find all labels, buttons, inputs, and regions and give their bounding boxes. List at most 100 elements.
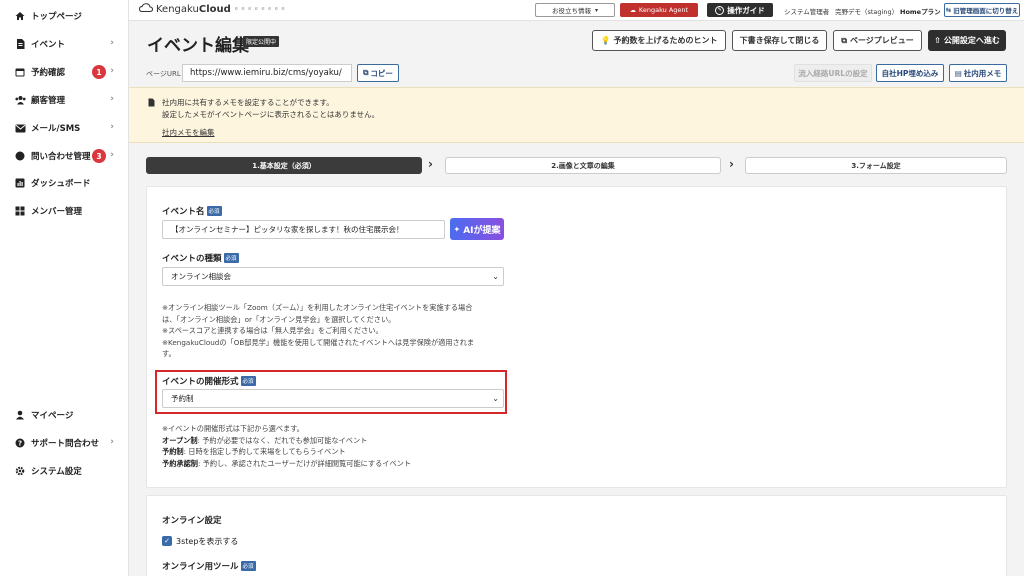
edit-memo-link[interactable]: 社内メモを編集: [162, 127, 215, 138]
kengaku-agent-button[interactable]: ☁ Kengaku Agent: [620, 3, 698, 17]
publish-button[interactable]: ⇧ 公開設定へ進む: [928, 30, 1006, 51]
memo-label: 社内用メモ: [963, 68, 1002, 78]
svg-text:?: ?: [18, 440, 22, 448]
sidebar-item-top[interactable]: トップページ: [0, 6, 128, 26]
calendar-icon: [14, 66, 26, 78]
note-line: ※KengakuCloudの「OB邸見学」機能を使用して開催されたイベントへは見…: [162, 337, 475, 347]
memo-icon: ▤: [954, 68, 962, 78]
chat-icon: [14, 150, 26, 162]
event-format-value: 予約制: [171, 394, 194, 403]
copy-label: コピー: [370, 68, 393, 78]
required-badge: 必須: [223, 253, 239, 263]
required-badge: 必須: [240, 376, 256, 386]
sidebar-item-mypage[interactable]: マイページ: [0, 405, 128, 425]
sidebar-item-label: システム設定: [31, 467, 82, 477]
chevron-right-icon: ›: [110, 122, 114, 132]
notification-badge: 3: [92, 149, 106, 163]
hint-button[interactable]: 💡 予約数を上げるためのヒント: [592, 30, 726, 51]
sidebar-item-support[interactable]: ? サポート問合わせ ›: [0, 433, 128, 453]
memo-text: 設定したメモがイベントページに表示されることはありません。: [162, 110, 380, 119]
show-3step-checkbox[interactable]: ✓: [162, 536, 172, 546]
note-line: は、「オンライン相談会」or「オンライン見学会」を選択してください。: [162, 314, 396, 324]
note-line: ※オンライン相談ツール「Zoom（ズーム）」を利用したオンライン住宅イベントを実…: [162, 303, 473, 312]
useful-info-label: お役立ち情報: [551, 7, 591, 15]
chevron-right-icon: ›: [729, 157, 734, 171]
switch-icon: ⇆: [945, 6, 952, 14]
sidebar-item-mail[interactable]: メール/SMS ›: [0, 118, 128, 138]
useful-info-select[interactable]: お役立ち情報 ▾: [535, 3, 615, 17]
copy-icon: ⧉: [363, 68, 369, 77]
format-label-text: イベントの開催形式: [162, 377, 239, 387]
note-line: ※イベントの開催形式は下記から選べます。: [162, 424, 304, 433]
preview-button[interactable]: ⧉ ページプレビュー: [833, 30, 922, 51]
home-icon: [14, 10, 26, 22]
event-format-select[interactable]: 予約制 ⌄: [162, 389, 504, 408]
preview-icon: ⧉: [841, 35, 847, 45]
page-title: イベント編集: [147, 36, 249, 56]
sidebar-item-customers[interactable]: 顧客管理 ›: [0, 90, 128, 110]
ai-suggest-button[interactable]: ✦ AIが提案: [450, 218, 504, 240]
format-option-desc: : 日時を指定し予約して来場をしてもらうイベント: [183, 447, 346, 456]
show-3step-label: 3stepを表示する: [176, 537, 239, 546]
event-type-value: オンライン相談会: [171, 272, 231, 281]
online-settings-card: [146, 495, 1007, 576]
document-icon: [14, 38, 26, 50]
event-type-label: イベントの種類 必須: [162, 252, 239, 264]
cloud-icon: [138, 3, 154, 15]
agent-label: Kengaku Agent: [638, 6, 689, 14]
chevron-right-icon: ›: [110, 66, 114, 76]
plan-label: Homeプラン: [900, 8, 941, 16]
event-name-label-text: イベント名: [162, 207, 205, 217]
publish-label: 公開設定へ進む: [943, 36, 1000, 45]
format-option-reservation: 予約制: 日時を指定し予約して来場をしてもらうイベント: [162, 446, 411, 458]
internal-memo-button[interactable]: ▤ 社内用メモ: [949, 64, 1007, 82]
note-line: ※スペースコアと連携する場合は「無人見学会」をご利用ください。: [162, 326, 383, 335]
format-option-name: オープン制: [162, 435, 198, 445]
sidebar-item-label: トップページ: [31, 12, 82, 22]
event-name-input[interactable]: 【オンラインセミナー】ピッタリな家を探します！秋の住宅展示会！: [162, 220, 445, 239]
embed-label: 自社HP埋め込み: [881, 68, 939, 78]
format-option-desc: : 予約し、承認されたユーザーだけが詳細閲覧可能にするイベント: [197, 458, 412, 468]
memo-text: 社内用に共有するメモを設定することができます。: [162, 98, 334, 107]
lightbulb-icon: 💡: [600, 36, 611, 45]
sidebar-item-label: メンバー管理: [31, 207, 83, 217]
note-line: す。: [162, 349, 176, 358]
person-icon: [14, 409, 26, 421]
copy-button[interactable]: ⧉ コピー: [357, 64, 399, 82]
switch-admin-button[interactable]: ⇆ 旧管理画面に切り替え: [944, 3, 1020, 17]
guide-button[interactable]: ✎ 操作ガイド: [707, 3, 773, 17]
gear-icon: [14, 465, 26, 477]
step-basic[interactable]: 1.基本設定（必須）: [146, 157, 422, 174]
embed-button[interactable]: 自社HP埋め込み: [876, 64, 944, 82]
format-option-approval: 予約承認制: 予約し、承認されたユーザーだけが詳細閲覧可能にするイベント: [162, 458, 411, 470]
inflow-url-button[interactable]: 流入経路URLの設定: [794, 64, 872, 82]
user-role: システム管理者: [784, 8, 830, 16]
save-draft-button[interactable]: 下書き保存して閉じる: [732, 30, 827, 51]
format-option-name: 予約制: [162, 447, 184, 456]
required-badge: 必須: [206, 206, 222, 216]
sidebar-item-label: 予約確認: [31, 68, 66, 78]
cloud-icon: ☁: [629, 6, 636, 14]
chevron-right-icon: ›: [110, 150, 114, 160]
chevron-right-icon: ›: [110, 437, 114, 447]
page-url-field[interactable]: https://www.iemiru.biz/cms/yoyaku/: [182, 64, 352, 82]
sidebar-item-dashboard[interactable]: ダッシュボード: [0, 173, 128, 193]
sidebar-item-settings[interactable]: システム設定: [0, 461, 128, 481]
chevron-right-icon: ›: [428, 157, 433, 171]
users-icon: [14, 94, 26, 106]
help-icon: ?: [14, 437, 26, 449]
memo-doc-icon: [148, 98, 155, 110]
sidebar-item-label: メール/SMS: [31, 124, 81, 134]
required-badge: 必須: [240, 561, 256, 571]
step-form[interactable]: 3.フォーム設定: [745, 157, 1007, 174]
event-type-select[interactable]: オンライン相談会 ⌄: [162, 267, 504, 286]
sidebar: トップページ イベント › 予約確認 1 › 顧客管理 › メール/SMS › …: [0, 0, 129, 576]
save-draft-label: 下書き保存して閉じる: [739, 36, 820, 45]
step-image-text[interactable]: 2.画像と文章の編集: [445, 157, 721, 174]
chevron-right-icon: ›: [110, 94, 114, 104]
sidebar-item-inquiry[interactable]: 問い合わせ管理 3 ›: [0, 146, 128, 166]
sidebar-item-event[interactable]: イベント ›: [0, 34, 128, 54]
sidebar-item-reservation[interactable]: 予約確認 1 ›: [0, 62, 128, 82]
sidebar-item-members[interactable]: メンバー管理: [0, 201, 128, 221]
sidebar-item-label: マイページ: [31, 411, 74, 421]
